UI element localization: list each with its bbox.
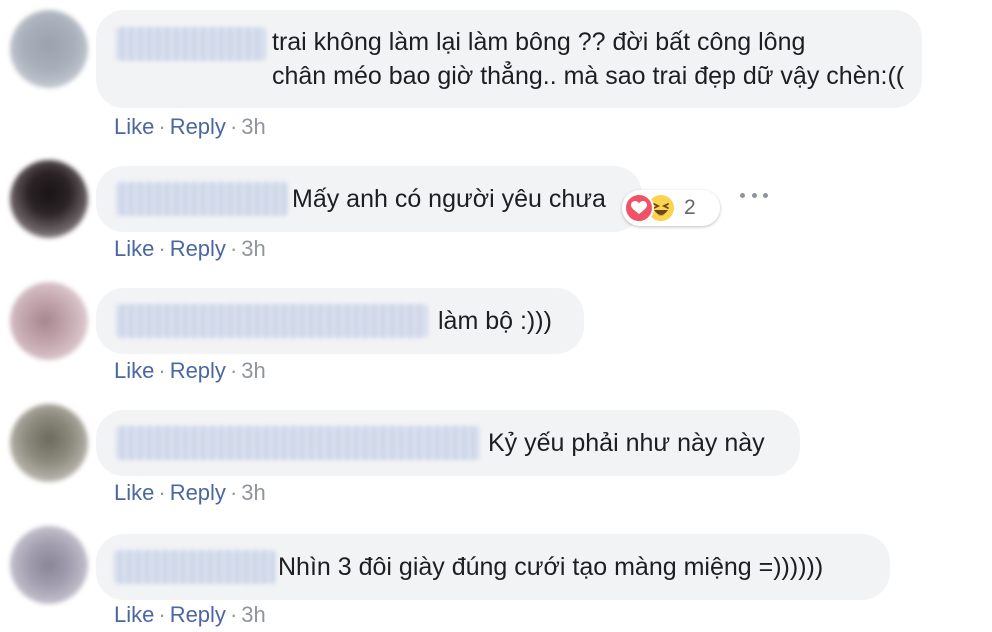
separator: · xyxy=(229,114,238,139)
like-link[interactable]: Like xyxy=(114,480,154,505)
separator: · xyxy=(158,480,166,505)
reply-link[interactable]: Reply xyxy=(170,114,226,139)
commenter-name-blurred[interactable] xyxy=(116,426,480,460)
comment-text: trai không làm lại làm bông ?? đời bất c… xyxy=(272,28,905,90)
commenter-name-blurred[interactable] xyxy=(116,182,288,216)
reply-link[interactable]: Reply xyxy=(170,602,226,627)
like-link[interactable]: Like xyxy=(114,236,154,261)
comment-text: Kỷ yếu phải như này này xyxy=(488,429,765,457)
comment-text: Nhìn 3 đôi giày đúng cưới tạo màng miệng… xyxy=(278,553,824,581)
more-options-icon[interactable] xyxy=(740,190,768,200)
reply-link[interactable]: Reply xyxy=(170,358,226,383)
comment-actions: Like · Reply · 3h xyxy=(114,236,266,262)
love-icon xyxy=(624,193,654,223)
like-link[interactable]: Like xyxy=(114,114,154,139)
comment-bubble: Nhìn 3 đôi giày đúng cưới tạo màng miệng… xyxy=(96,534,890,600)
separator: · xyxy=(158,236,166,261)
comment-time[interactable]: 3h xyxy=(241,114,265,139)
comment-time[interactable]: 3h xyxy=(241,358,265,383)
separator: · xyxy=(158,358,166,383)
like-link[interactable]: Like xyxy=(114,602,154,627)
avatar[interactable] xyxy=(10,10,88,88)
commenter-name-blurred[interactable] xyxy=(116,304,428,338)
comment-text: làm bộ :))) xyxy=(438,307,552,335)
avatar[interactable] xyxy=(10,526,88,604)
comment-text: Mấy anh có người yêu chưa xyxy=(292,185,606,213)
comment-time[interactable]: 3h xyxy=(241,236,265,261)
separator: · xyxy=(158,602,166,627)
reactions-summary[interactable]: 2 xyxy=(622,190,720,226)
comment-actions: Like · Reply · 3h xyxy=(114,480,266,506)
avatar[interactable] xyxy=(10,404,88,482)
comment-actions: Like · Reply · 3h xyxy=(114,602,266,628)
separator: · xyxy=(229,480,238,505)
reaction-count: 2 xyxy=(684,196,696,219)
comment-time[interactable]: 3h xyxy=(241,602,265,627)
comment-bubble: trai không làm lại làm bông ?? đời bất c… xyxy=(96,10,922,108)
comment-actions: Like · Reply · 3h xyxy=(114,358,266,384)
reply-link[interactable]: Reply xyxy=(170,236,226,261)
separator: · xyxy=(158,114,166,139)
separator: · xyxy=(229,236,238,261)
comment-bubble: làm bộ :))) xyxy=(96,288,584,354)
separator: · xyxy=(229,602,238,627)
separator: · xyxy=(229,358,238,383)
comment-time[interactable]: 3h xyxy=(241,480,265,505)
avatar[interactable] xyxy=(10,282,88,360)
comment-actions: Like · Reply · 3h xyxy=(114,114,266,140)
commenter-name-blurred[interactable] xyxy=(114,550,276,584)
reply-link[interactable]: Reply xyxy=(170,480,226,505)
comment-bubble: Kỷ yếu phải như này này xyxy=(96,410,800,476)
comment-bubble: Mấy anh có người yêu chưa xyxy=(96,166,642,232)
avatar[interactable] xyxy=(10,160,88,238)
commenter-name-blurred[interactable] xyxy=(116,27,266,61)
like-link[interactable]: Like xyxy=(114,358,154,383)
